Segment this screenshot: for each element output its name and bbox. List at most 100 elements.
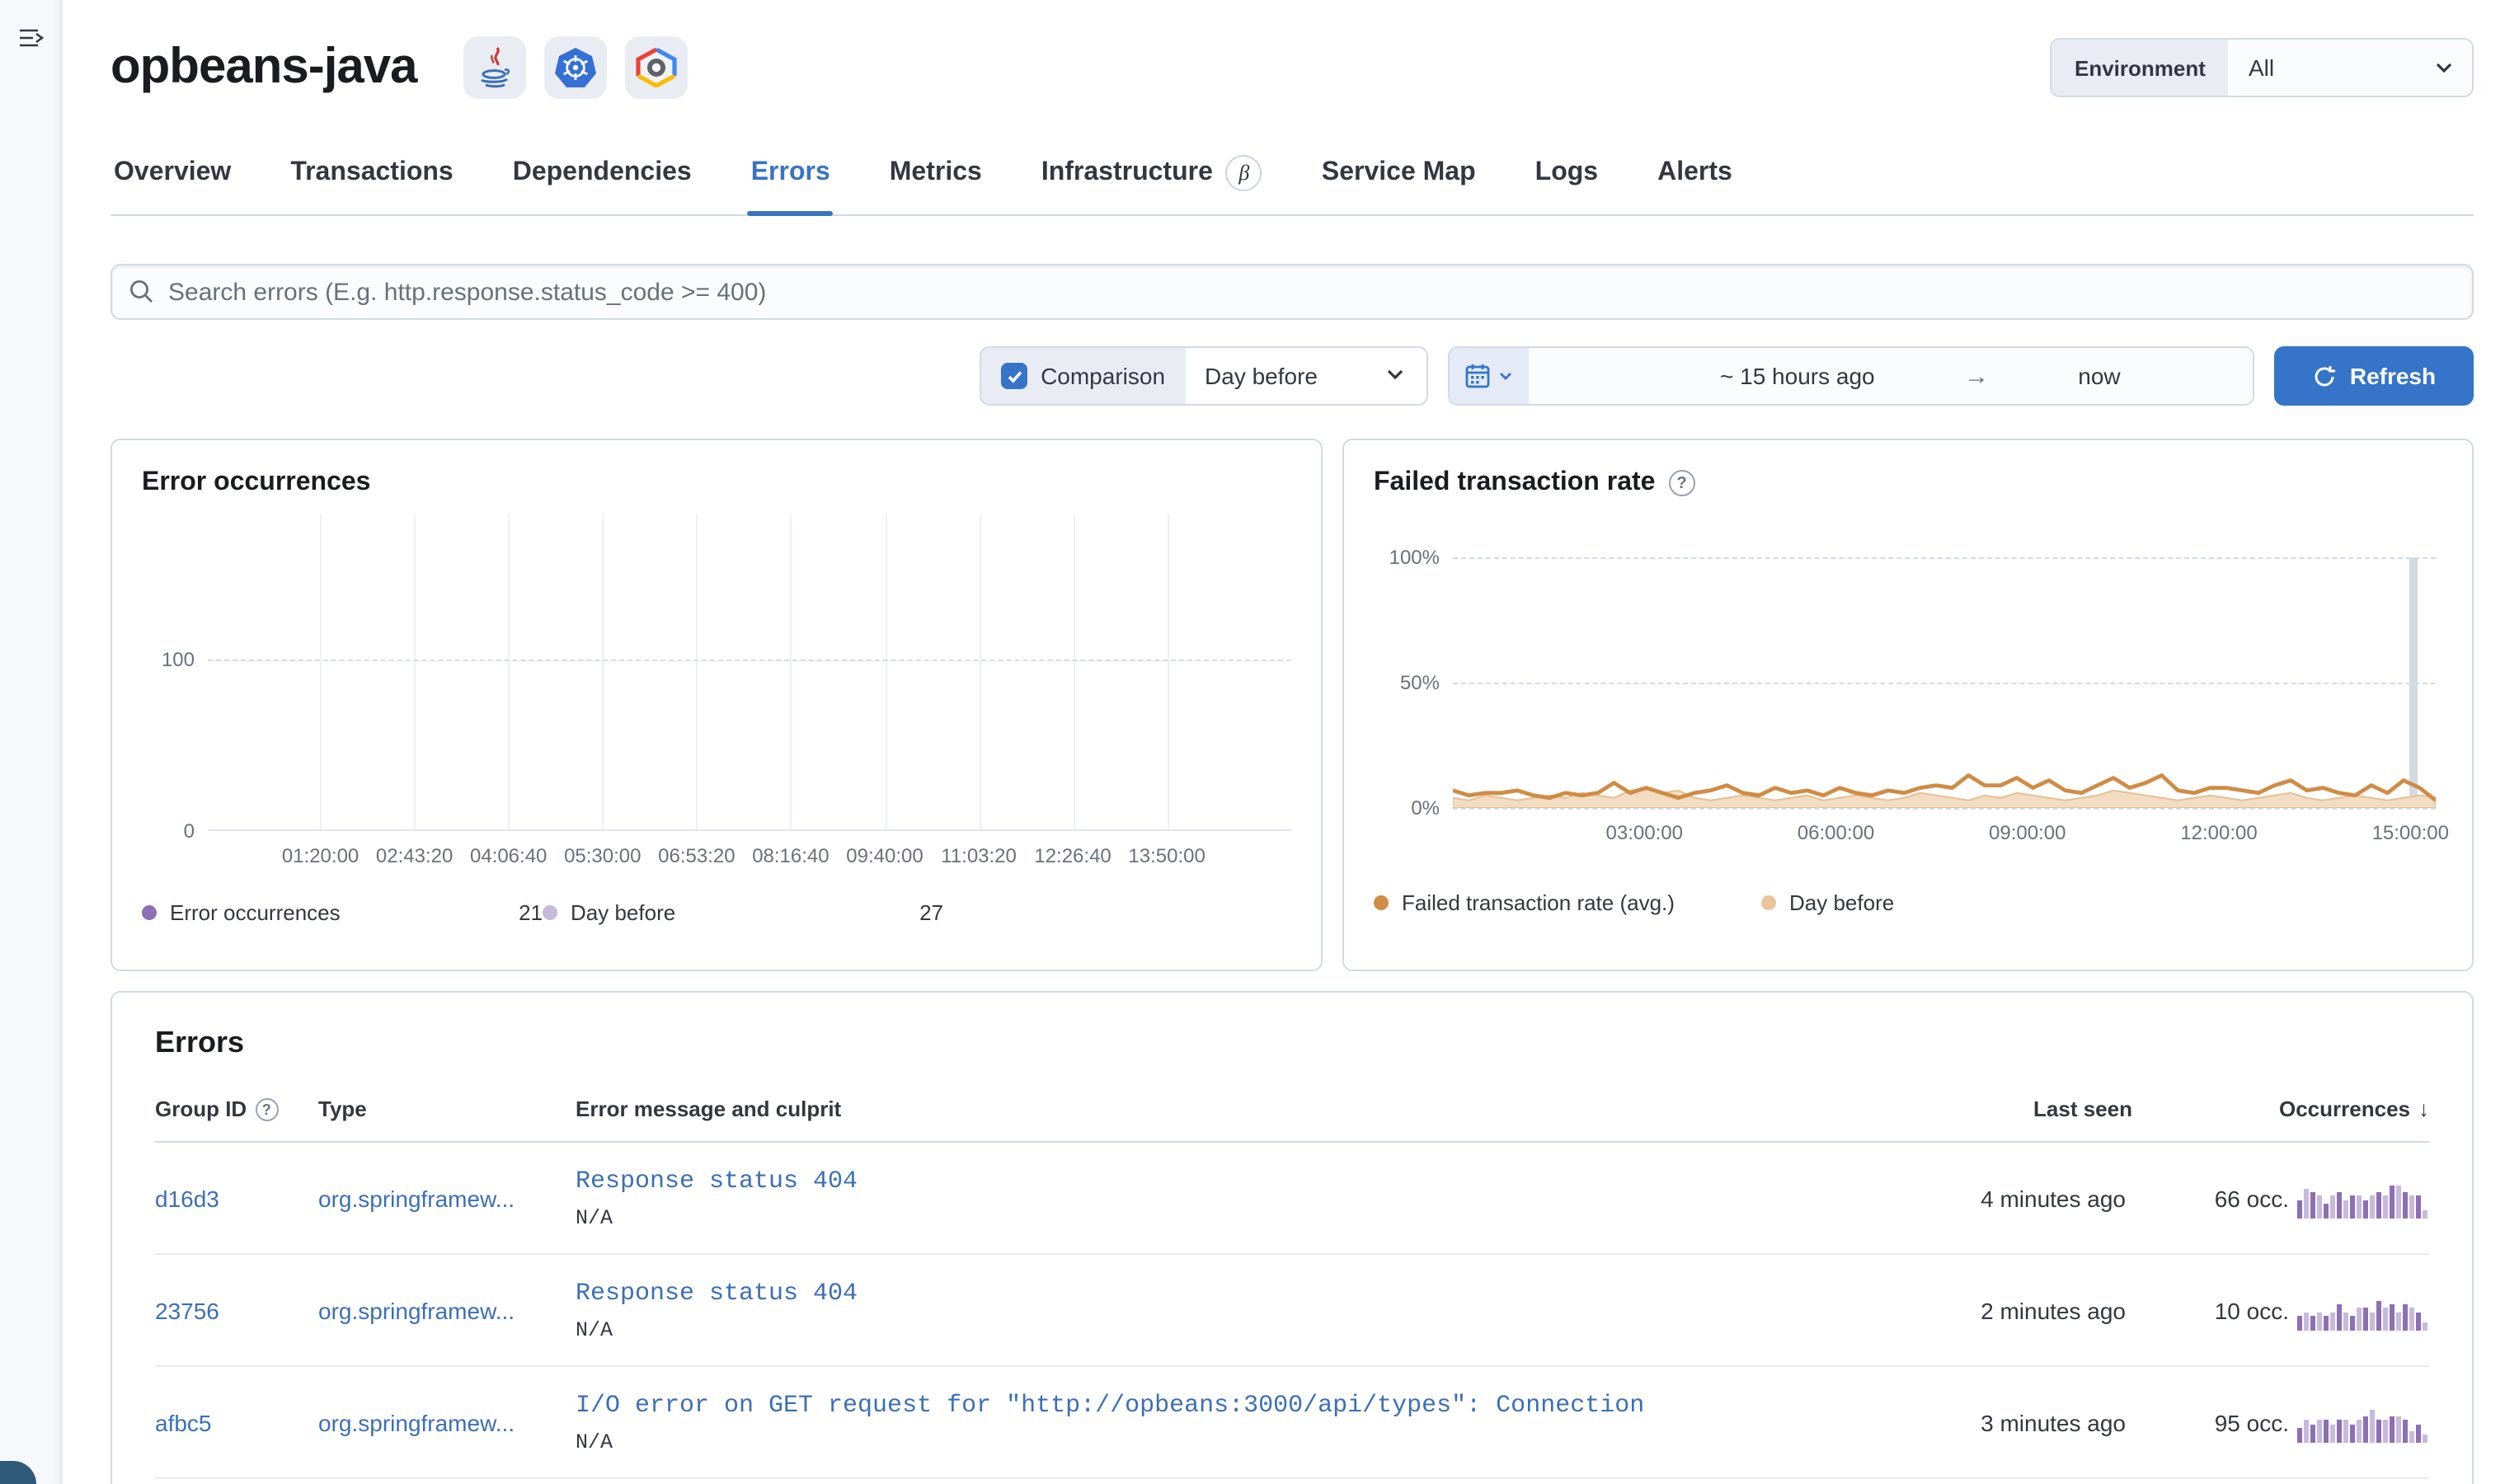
spark-bar xyxy=(2370,1312,2375,1330)
x-tick-label: 09:00:00 xyxy=(1989,821,2066,844)
spark-bar xyxy=(2310,1315,2315,1330)
tab-infrastructure[interactable]: Infrastructure β xyxy=(1038,142,1266,214)
beta-badge: β xyxy=(1225,155,1262,191)
search-input[interactable] xyxy=(168,278,2456,306)
error-message-link[interactable]: Response status 404 xyxy=(576,1279,1868,1307)
group-id-link[interactable]: d16d3 xyxy=(155,1185,318,1211)
tab-transactions[interactable]: Transactions xyxy=(287,142,456,214)
group-id-link[interactable]: 23756 xyxy=(155,1297,318,1323)
help-icon[interactable]: ? xyxy=(1668,470,1695,496)
spark-bar xyxy=(2337,1192,2342,1218)
legend-item-day-before[interactable]: Day before xyxy=(1761,890,2149,915)
tab-logs[interactable]: Logs xyxy=(1532,142,1601,214)
environment-label: Environment xyxy=(2051,40,2229,96)
main-content: opbeans-java Environment All Overview Tr… xyxy=(63,0,2505,1484)
error-occurrences-x-axis: 01:20:00 02:43:20 04:06:40 05:30:00 06:53:20… xyxy=(208,844,1291,874)
spark-bar xyxy=(2376,1192,2381,1218)
spark-bar xyxy=(2350,1315,2355,1330)
service-header: opbeans-java Environment All xyxy=(110,36,2474,99)
spark-bar xyxy=(2297,1427,2302,1442)
spark-bar xyxy=(2390,1185,2395,1218)
column-group-id: Group ID ? xyxy=(155,1097,318,1121)
environment-value: All xyxy=(2228,40,2432,96)
kubernetes-icon xyxy=(543,36,607,99)
legend-label: Day before xyxy=(571,900,676,925)
tab-dependencies[interactable]: Dependencies xyxy=(510,142,695,214)
spark-bar xyxy=(2350,1424,2355,1442)
x-tick-label: 11:03:20 xyxy=(941,844,1017,867)
spark-bar xyxy=(2330,1312,2335,1330)
failed-transaction-rate-panel: Failed transaction rate ? 100% 50% 0% 03:0… xyxy=(1342,439,2474,971)
errors-table-body: d16d3 org.springframew... Response status … xyxy=(155,1143,2429,1484)
occurrences-count: 10 occ. xyxy=(2214,1297,2289,1323)
x-tick-label: 01:20:00 xyxy=(281,844,360,867)
x-tick-label: 12:26:40 xyxy=(1034,844,1112,867)
spark-bar xyxy=(2343,1200,2348,1218)
spark-bar xyxy=(2396,1312,2401,1330)
time-controls: Comparison Day before ~ 15 hours ago → n… xyxy=(110,346,2474,406)
arrow-right-icon: → xyxy=(1963,362,1989,390)
spark-bar xyxy=(2383,1308,2388,1330)
spark-bar xyxy=(2343,1420,2348,1442)
spark-bar xyxy=(2337,1420,2342,1442)
help-icon[interactable]: ? xyxy=(255,1097,279,1120)
failed-transaction-rate-legend: Failed transaction rate (avg.) Day before xyxy=(1374,890,2442,915)
error-message-link[interactable]: I/O error on GET request for "http://opb… xyxy=(576,1391,1868,1419)
error-message-cell: I/O error on GET request for "http://opb… xyxy=(576,1391,1885,1453)
error-message-link[interactable]: Response status 404 xyxy=(576,1167,1868,1195)
spark-bar xyxy=(2409,1195,2414,1218)
y-tick-label: 100 xyxy=(161,648,195,672)
legend-item-day-before[interactable]: Day before 27 xyxy=(543,900,943,925)
legend-label: Day before xyxy=(1789,890,1895,915)
occurrences-cell: 66 occ. xyxy=(2132,1178,2429,1218)
comparison-checkbox[interactable] xyxy=(1001,363,1028,389)
spark-bar xyxy=(2304,1420,2309,1442)
tab-alerts[interactable]: Alerts xyxy=(1654,142,1736,214)
tab-metrics[interactable]: Metrics xyxy=(886,142,985,214)
tab-overview[interactable]: Overview xyxy=(110,142,234,214)
legend-label: Failed transaction rate (avg.) xyxy=(1402,890,1675,915)
x-tick-label: 02:43:20 xyxy=(375,844,454,867)
spark-bar xyxy=(2310,1192,2315,1218)
error-type-link[interactable]: org.springframew... xyxy=(318,1185,576,1211)
error-culprit: N/A xyxy=(576,1430,613,1453)
tab-errors[interactable]: Errors xyxy=(747,142,834,216)
spark-bar xyxy=(2337,1304,2342,1330)
legend-item-failed-transaction-rate-avg[interactable]: Failed transaction rate (avg.) xyxy=(1374,890,1761,915)
error-search-bar xyxy=(110,264,2474,320)
tab-label: Infrastructure xyxy=(1041,158,1213,186)
collapsed-sidebar xyxy=(0,0,63,1484)
failed-transaction-rate-x-axis: 03:00:00 06:00:00 09:00:00 12:00:00 15:00:00 xyxy=(1453,821,2449,851)
column-last-seen[interactable]: Last seen xyxy=(1885,1097,2132,1121)
time-range-end[interactable]: now xyxy=(2078,363,2120,389)
spark-bar xyxy=(2317,1195,2322,1218)
occurrences-count: 95 occ. xyxy=(2214,1409,2289,1435)
legend-item-error-occurrences[interactable]: Error occurrences 21 xyxy=(142,900,543,925)
refresh-label: Refresh xyxy=(2349,363,2437,389)
refresh-button[interactable]: Refresh xyxy=(2274,346,2474,406)
page: opbeans-java Environment All Overview Tr… xyxy=(0,0,2505,1484)
group-id-link[interactable]: afbc5 xyxy=(155,1409,318,1435)
comparison-select[interactable]: Day before xyxy=(1185,348,1426,404)
chevron-down-icon xyxy=(1500,373,1511,380)
tab-service-map[interactable]: Service Map xyxy=(1318,142,1479,214)
last-seen: 3 minutes ago xyxy=(1981,1409,2126,1435)
calendar-menu-button[interactable] xyxy=(1450,348,1529,404)
column-occurrences[interactable]: Occurrences ↓ xyxy=(2132,1097,2429,1121)
y-tick-label: 100% xyxy=(1389,546,1440,569)
time-range: ~ 15 hours ago → now xyxy=(1529,348,2253,404)
environment-select[interactable]: Environment All xyxy=(2050,38,2474,97)
legend-dot xyxy=(1374,895,1389,910)
table-row: d16d3 org.springframew... Response status … xyxy=(155,1143,2429,1255)
y-tick-label: 50% xyxy=(1399,671,1440,694)
legend-label: Error occurrences xyxy=(170,900,341,925)
error-type-link[interactable]: org.springframew... xyxy=(318,1297,576,1323)
error-type-link[interactable]: org.springframew... xyxy=(318,1409,576,1435)
time-range-start[interactable]: ~ 15 hours ago xyxy=(1720,363,1875,389)
x-tick-label: 05:30:00 xyxy=(564,844,642,867)
spark-bar xyxy=(2423,1322,2427,1330)
spark-bar xyxy=(2343,1312,2348,1330)
spark-bar xyxy=(2390,1416,2395,1442)
expand-menu-button[interactable] xyxy=(12,20,49,56)
spark-bar xyxy=(2370,1195,2375,1218)
